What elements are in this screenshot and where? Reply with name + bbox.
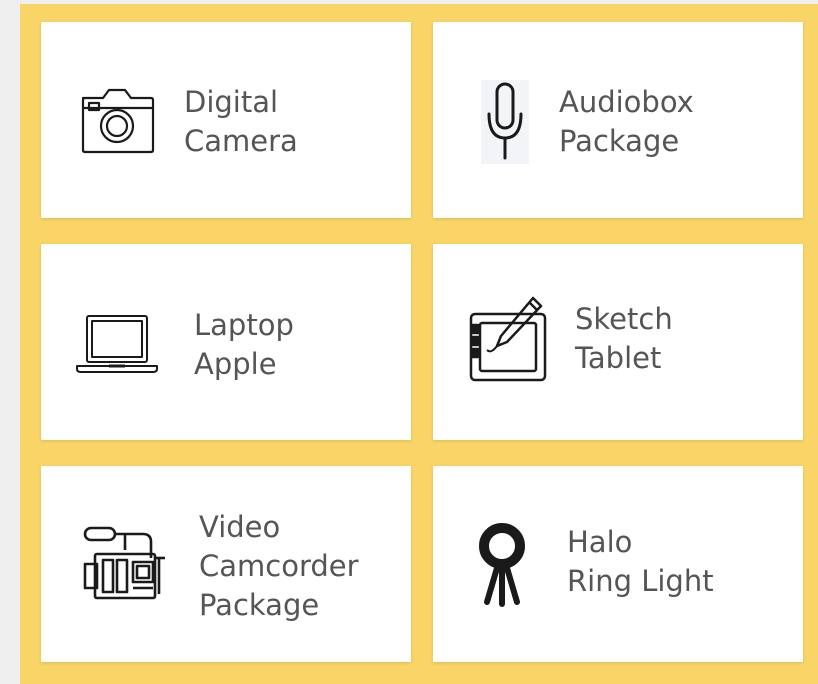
ring-light-icon [479, 523, 525, 607]
equipment-grid: Digital Camera Audiobox Package Laptop A… [20, 4, 818, 684]
camcorder-icon [83, 526, 165, 600]
camera-icon [81, 88, 155, 154]
equipment-card-digital-camera[interactable]: Digital Camera [41, 22, 411, 218]
equipment-card-audiobox-package[interactable]: Audiobox Package [433, 22, 803, 218]
equipment-card-sketch-tablet[interactable]: Sketch Tablet [433, 244, 803, 440]
equipment-label: Halo Ring Light [567, 525, 714, 598]
equipment-label: Digital Camera [184, 85, 298, 158]
equipment-label: Sketch Tablet [575, 302, 673, 375]
equipment-label: Laptop Apple [194, 308, 294, 381]
equipment-card-video-camcorder-package[interactable]: Video Camcorder Package [41, 466, 411, 662]
equipment-label: Video Camcorder Package [199, 510, 359, 622]
microphone-icon [481, 80, 529, 164]
equipment-label: Audiobox Package [559, 85, 694, 158]
equipment-card-halo-ring-light[interactable]: Halo Ring Light [433, 466, 803, 662]
drawing-tablet-icon [469, 296, 547, 382]
equipment-card-laptop-apple[interactable]: Laptop Apple [41, 244, 411, 440]
laptop-icon [76, 315, 158, 373]
